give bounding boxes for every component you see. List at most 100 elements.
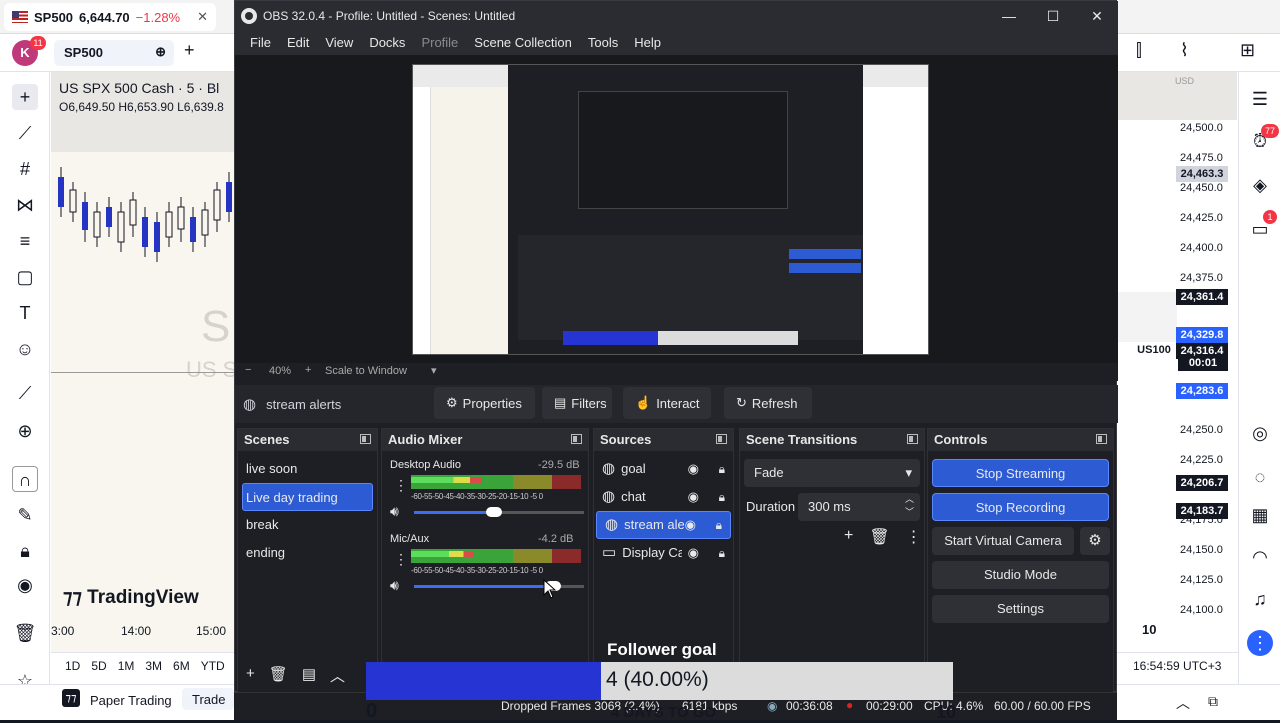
- emoji-icon[interactable]: ☺: [12, 336, 38, 362]
- undock-icon[interactable]: [716, 434, 727, 444]
- chart-type-icon[interactable]: ⌇: [1180, 40, 1189, 61]
- add-transition-icon[interactable]: +: [844, 527, 853, 547]
- remove-scene-icon[interactable]: 🗑︎: [269, 665, 288, 686]
- lock-icon[interactable]: 🔒︎: [12, 538, 38, 564]
- scene-item[interactable]: Live day trading: [242, 483, 373, 511]
- source-item[interactable]: ▭ Display Ca ◉ 🔒︎: [594, 539, 733, 567]
- speaker-icon[interactable]: 🔊︎: [390, 577, 399, 594]
- zoom-icon[interactable]: ⊕: [12, 418, 38, 444]
- move-up-icon[interactable]: ︿: [330, 665, 345, 686]
- drawing-mode-icon[interactable]: ✎: [12, 502, 38, 528]
- compare-icon[interactable]: ⊕: [155, 44, 166, 60]
- stop-streaming-button[interactable]: Stop Streaming: [932, 459, 1109, 487]
- source-item[interactable]: ◍ chat ◉ 🔒︎: [594, 483, 733, 511]
- volume-slider-thumb[interactable]: [485, 507, 502, 517]
- paper-trading-tab[interactable]: Paper Trading: [90, 693, 172, 708]
- pattern-icon[interactable]: ⋈: [12, 192, 38, 218]
- visibility-eye-icon[interactable]: ◉: [685, 511, 696, 539]
- virtual-camera-settings-icon[interactable]: ⚙: [1080, 527, 1110, 555]
- crosshair-icon[interactable]: +: [12, 84, 38, 110]
- forecast-icon[interactable]: ≡: [12, 228, 38, 254]
- lock-icon[interactable]: 🔒︎: [716, 511, 722, 539]
- maximize-icon[interactable]: ☐: [1031, 1, 1075, 31]
- properties-button[interactable]: ⚙ Properties: [434, 387, 535, 419]
- menu-tools[interactable]: Tools: [580, 31, 626, 55]
- stop-recording-button[interactable]: Stop Recording: [932, 493, 1109, 521]
- start-virtual-camera-button[interactable]: Start Virtual Camera: [932, 527, 1074, 555]
- bulb-icon[interactable]: ◌: [1247, 464, 1273, 490]
- menu-edit[interactable]: Edit: [279, 31, 317, 55]
- magnet-icon[interactable]: ∩: [12, 466, 38, 492]
- visibility-eye-icon[interactable]: ◉: [688, 455, 699, 483]
- target-icon[interactable]: ◎: [1247, 420, 1273, 446]
- menu-help[interactable]: Help: [626, 31, 669, 55]
- scene-item[interactable]: ending: [238, 539, 377, 567]
- menu-view[interactable]: View: [317, 31, 361, 55]
- visibility-eye-icon[interactable]: ◉: [688, 539, 699, 567]
- maximize-panel-icon[interactable]: ⧉: [1208, 693, 1218, 710]
- undock-icon[interactable]: [907, 434, 918, 444]
- eye-icon[interactable]: ◉: [12, 572, 38, 598]
- preview-canvas[interactable]: [412, 64, 929, 355]
- timeframe-1m[interactable]: 1M: [118, 659, 135, 673]
- undock-icon[interactable]: [360, 434, 371, 444]
- layout-icon[interactable]: ⫿: [1136, 40, 1142, 61]
- timeframe-3m[interactable]: 3M: [145, 659, 162, 673]
- undock-icon[interactable]: [571, 434, 582, 444]
- close-tab-icon[interactable]: ✕: [197, 9, 208, 25]
- transition-select[interactable]: Fade ▾: [744, 459, 920, 487]
- close-icon[interactable]: ✕: [1075, 1, 1119, 31]
- more-options-icon[interactable]: ⋮: [906, 527, 922, 547]
- timeframe-6m[interactable]: 6M: [173, 659, 190, 673]
- scene-filters-icon[interactable]: ▤: [302, 665, 316, 686]
- scale-dropdown-icon[interactable]: ▾: [431, 364, 437, 377]
- notifications-icon[interactable]: ♫: [1247, 586, 1273, 612]
- calendar-icon[interactable]: ▦: [1247, 502, 1273, 528]
- symbol-tab[interactable]: SP500 6,644.70 −1.28% ✕: [4, 3, 216, 31]
- preview-area[interactable]: [235, 55, 1118, 363]
- channel-menu-icon[interactable]: ⋮: [394, 477, 408, 494]
- obs-title-bar[interactable]: OBS 32.0.4 - Profile: Untitled - Scenes:…: [235, 1, 1118, 31]
- scene-item[interactable]: break: [238, 511, 377, 539]
- visibility-eye-icon[interactable]: ◉: [688, 483, 699, 511]
- utc-clock[interactable]: 16:54:59 UTC+3: [1133, 659, 1221, 673]
- watchlist-icon[interactable]: ☰: [1247, 86, 1273, 112]
- menu-scene-collection[interactable]: Scene Collection: [466, 31, 580, 55]
- timeframe-5d[interactable]: 5D: [91, 659, 106, 673]
- remove-transition-icon[interactable]: 🗑︎: [869, 527, 889, 547]
- filters-button[interactable]: ▤ Filters: [542, 387, 612, 419]
- collapse-icon[interactable]: ︿: [1176, 693, 1190, 713]
- duration-spinbox[interactable]: 300 ms ︿ ﹀: [798, 493, 920, 521]
- lock-icon[interactable]: 🔒︎: [719, 483, 725, 511]
- speaker-icon[interactable]: 🔊︎: [390, 503, 399, 520]
- timeframe-ytd[interactable]: YTD: [201, 659, 225, 673]
- text-icon[interactable]: T: [12, 300, 38, 326]
- layers-icon[interactable]: ◈: [1247, 172, 1273, 198]
- source-item[interactable]: ◍ stream ale ◉ 🔒︎: [596, 511, 731, 539]
- channel-menu-icon[interactable]: ⋮: [394, 551, 408, 568]
- refresh-button[interactable]: ↻ Refresh: [724, 387, 812, 419]
- interact-button[interactable]: ☝ Interact: [623, 387, 711, 419]
- lock-icon[interactable]: 🔒︎: [719, 455, 725, 483]
- grid-layout-icon[interactable]: ⊞: [1240, 40, 1255, 61]
- studio-mode-button[interactable]: Studio Mode: [932, 561, 1109, 589]
- menu-file[interactable]: File: [242, 31, 279, 55]
- rss-icon[interactable]: ◠: [1247, 544, 1273, 570]
- trendline-icon[interactable]: ⟋: [12, 120, 38, 146]
- zoom-out-icon[interactable]: −: [245, 364, 251, 376]
- settings-button[interactable]: Settings: [932, 595, 1109, 623]
- spin-arrows-icon[interactable]: ︿ ﹀: [905, 493, 914, 519]
- apps-icon[interactable]: ⋮: [1247, 630, 1273, 656]
- source-item[interactable]: ◍ goal ◉ 🔒︎: [594, 455, 733, 483]
- menu-profile[interactable]: Profile: [413, 31, 466, 55]
- menu-docks[interactable]: Docks: [361, 31, 413, 55]
- ruler-icon[interactable]: ⟋: [12, 380, 38, 406]
- undock-icon[interactable]: [1096, 434, 1107, 444]
- lock-icon[interactable]: 🔒︎: [719, 539, 725, 567]
- symbol-search[interactable]: SP500 ⊕: [54, 40, 174, 66]
- add-scene-icon[interactable]: +: [246, 665, 255, 686]
- trash-icon[interactable]: 🗑︎: [12, 620, 38, 646]
- timeframe-1d[interactable]: 1D: [65, 659, 80, 673]
- shapes-icon[interactable]: ▢: [12, 264, 38, 290]
- zoom-in-icon[interactable]: +: [305, 364, 311, 376]
